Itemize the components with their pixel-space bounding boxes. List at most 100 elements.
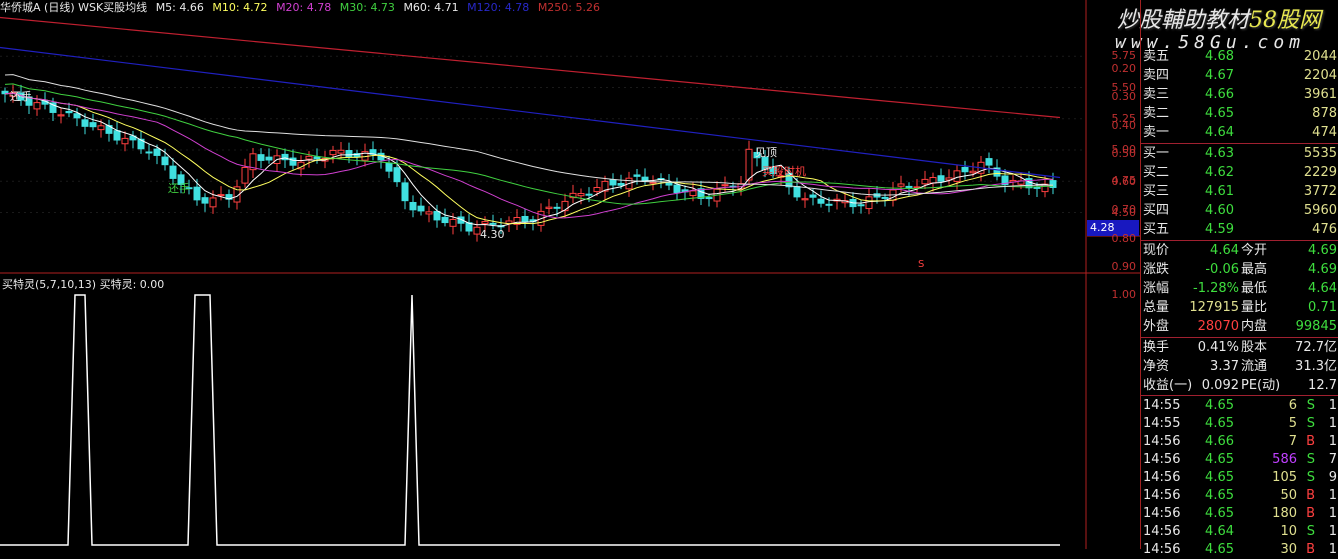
candle bbox=[937, 168, 945, 189]
cell: 3772 bbox=[1303, 184, 1337, 199]
candle bbox=[657, 173, 665, 189]
cell: S bbox=[1306, 452, 1315, 467]
candle bbox=[833, 193, 841, 210]
cell: 卖三 bbox=[1143, 87, 1170, 102]
ask-row: 卖三 4.66 3961 bbox=[1141, 85, 1338, 104]
candle bbox=[681, 185, 689, 201]
candle bbox=[57, 107, 65, 124]
cell: 14:56 bbox=[1143, 470, 1181, 485]
cell: 量比 bbox=[1241, 300, 1268, 315]
candle bbox=[201, 193, 209, 212]
cell: 涨跌 bbox=[1143, 262, 1170, 277]
cell: 2229 bbox=[1303, 165, 1337, 180]
cell: 4.65 bbox=[1205, 488, 1234, 503]
candle bbox=[569, 184, 577, 203]
candle bbox=[457, 211, 465, 232]
candle bbox=[601, 175, 609, 200]
candle bbox=[425, 206, 433, 223]
stat-row: 外盘 28070 内盘 99845 bbox=[1141, 317, 1338, 336]
kline-chart[interactable] bbox=[0, 0, 1140, 549]
cell: 28070 bbox=[1197, 319, 1239, 334]
cell: -1.28% bbox=[1193, 281, 1239, 296]
candle bbox=[273, 149, 281, 172]
ma30-label: M30: 4.73 bbox=[339, 1, 395, 14]
candle bbox=[513, 209, 521, 231]
cell: 7 bbox=[1288, 434, 1297, 449]
trade-row: 14:56 4.65 50 B 1 bbox=[1141, 486, 1338, 505]
trade-row: 14:55 4.65 6 S 1 bbox=[1141, 396, 1338, 415]
left-label-2: 还手 bbox=[168, 182, 190, 195]
candle bbox=[945, 169, 953, 185]
cell: 3961 bbox=[1303, 87, 1337, 102]
cell: 4.66 bbox=[1205, 434, 1234, 449]
cell: 4.65 bbox=[1205, 470, 1234, 485]
cell: 14:55 bbox=[1143, 398, 1181, 413]
cell: 99845 bbox=[1295, 319, 1337, 334]
cell: 4.64 bbox=[1210, 243, 1239, 258]
candle bbox=[241, 158, 249, 188]
cell: 0.71 bbox=[1308, 300, 1337, 315]
candle bbox=[369, 141, 377, 161]
cell: 6 bbox=[1288, 398, 1297, 413]
cell: S bbox=[1306, 416, 1315, 431]
m60-line bbox=[4, 74, 1054, 196]
bid-row: 买五 4.59 476 bbox=[1141, 220, 1338, 239]
ask-row: 卖五 4.68 2044 bbox=[1141, 47, 1338, 66]
cell: 2204 bbox=[1303, 68, 1337, 83]
indicator-name: 买特灵(5,7,10,13) bbox=[2, 278, 97, 291]
cell: 12.7 bbox=[1308, 378, 1337, 393]
cell: 最高 bbox=[1241, 262, 1268, 277]
cell: 最低 bbox=[1241, 281, 1268, 296]
candle bbox=[641, 168, 649, 185]
candle bbox=[305, 151, 313, 168]
fin-row: 收益(一) 0.092 PE(动) 12.7 bbox=[1141, 376, 1338, 395]
cell: 5960 bbox=[1303, 203, 1337, 218]
candle bbox=[801, 192, 809, 208]
cell: 14:56 bbox=[1143, 434, 1181, 449]
cell: 4.61 bbox=[1205, 184, 1234, 199]
trade-row: 14:56 4.64 10 S 1 bbox=[1141, 522, 1338, 541]
candle bbox=[129, 130, 137, 149]
cell: PE(动) bbox=[1241, 378, 1281, 393]
cell: 买二 bbox=[1143, 165, 1170, 180]
cell: 卖二 bbox=[1143, 106, 1170, 121]
low-price-label: 4.30 bbox=[480, 228, 505, 241]
indicator-axis-label: 0.60 bbox=[1111, 175, 1137, 188]
candle bbox=[249, 148, 257, 178]
indicator-title: 买特灵(5,7,10,13) 买特灵: 0.00 bbox=[2, 276, 164, 292]
buy-signal-label: 买股时机 bbox=[762, 165, 806, 178]
ma20-label: M20: 4.78 bbox=[276, 1, 332, 14]
cell: B bbox=[1306, 488, 1315, 503]
candle bbox=[73, 107, 81, 127]
candle bbox=[257, 148, 265, 169]
indicator-axis-label: 1.00 bbox=[1111, 288, 1137, 301]
cell: 收益(一) bbox=[1143, 378, 1193, 393]
cell: 4.59 bbox=[1205, 222, 1234, 237]
cell: 4.65 bbox=[1205, 398, 1234, 413]
candle bbox=[817, 190, 825, 208]
candle bbox=[113, 122, 121, 145]
cell: 72.7亿 bbox=[1295, 340, 1337, 355]
fin-row: 净资 3.37 流通 31.3亿 bbox=[1141, 357, 1338, 376]
candle bbox=[889, 181, 897, 207]
cell: 31.3亿 bbox=[1295, 359, 1337, 374]
cell: 14:55 bbox=[1143, 416, 1181, 431]
cell: 4.65 bbox=[1205, 106, 1234, 121]
cell: 4.66 bbox=[1205, 87, 1234, 102]
quote-panel: 卖五 4.68 2044 卖四 4.67 2204 卖三 4.66 3961 卖二 4.65 878 卖… bbox=[1140, 0, 1338, 557]
cell: 4.62 bbox=[1205, 165, 1234, 180]
trade-row: 14:56 4.66 7 B 1 bbox=[1141, 432, 1338, 451]
indicator-axis-label: 0.40 bbox=[1111, 118, 1137, 132]
cell: 1 bbox=[1328, 542, 1337, 557]
cell: 卖四 bbox=[1143, 68, 1170, 83]
indicator-axis-label: 0.80 bbox=[1111, 231, 1137, 245]
s-marker: S bbox=[918, 259, 925, 270]
bid-row: 买二 4.62 2229 bbox=[1141, 163, 1338, 182]
candle bbox=[985, 152, 993, 174]
cell: 0.41% bbox=[1197, 340, 1239, 355]
cell: 4.64 bbox=[1205, 524, 1234, 539]
cell: 4.65 bbox=[1205, 416, 1234, 431]
candle bbox=[417, 197, 425, 216]
cell: 0.092 bbox=[1201, 378, 1239, 393]
cell: 4.65 bbox=[1205, 506, 1234, 521]
